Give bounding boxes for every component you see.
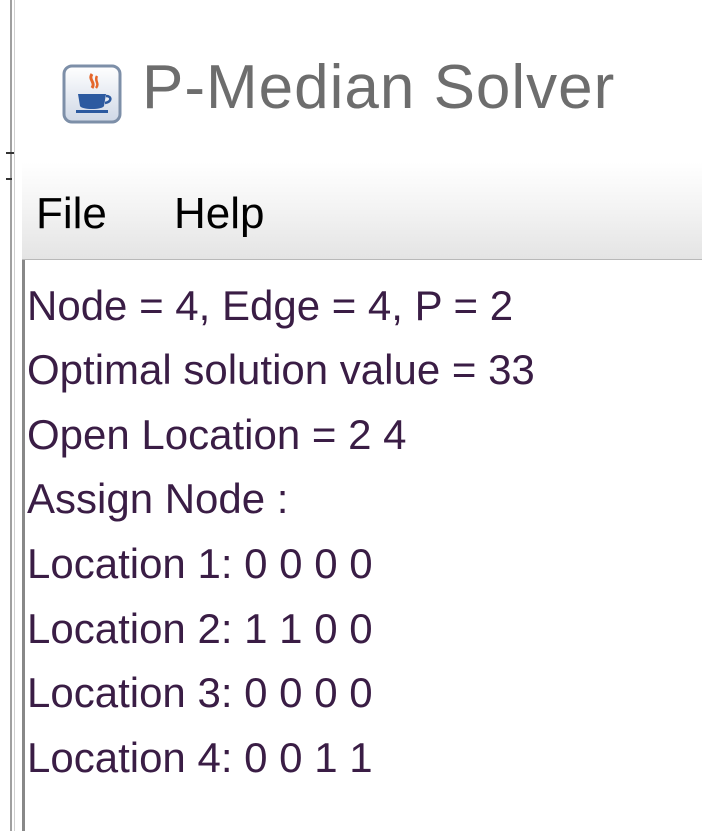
background-mark bbox=[6, 152, 14, 154]
output-line-optimal-value: Optimal solution value = 33 bbox=[27, 346, 535, 393]
outer-border-line bbox=[10, 0, 12, 831]
output-text-area[interactable]: Node = 4, Edge = 4, P = 2 Optimal soluti… bbox=[22, 260, 702, 831]
output-line-location-1: Location 1: 0 0 0 0 bbox=[27, 540, 373, 587]
window-left-edge bbox=[0, 0, 22, 831]
menu-file[interactable]: File bbox=[36, 189, 107, 239]
menu-help[interactable]: Help bbox=[174, 189, 265, 239]
menu-bar: File Help bbox=[22, 162, 702, 260]
output-line-location-2: Location 2: 1 1 0 0 bbox=[27, 605, 373, 652]
output-line-open-location: Open Location = 2 4 bbox=[27, 411, 407, 458]
output-line-location-3: Location 3: 0 0 0 0 bbox=[27, 669, 373, 716]
output-line-location-4: Location 4: 0 0 1 1 bbox=[27, 734, 373, 781]
java-coffee-cup-icon[interactable] bbox=[42, 44, 142, 144]
output-line-assign-node: Assign Node : bbox=[27, 475, 289, 522]
output-line-summary: Node = 4, Edge = 4, P = 2 bbox=[27, 282, 514, 329]
window-title: P-Median Solver bbox=[142, 53, 616, 122]
inner-border-line bbox=[14, 0, 15, 831]
background-mark bbox=[6, 178, 12, 180]
